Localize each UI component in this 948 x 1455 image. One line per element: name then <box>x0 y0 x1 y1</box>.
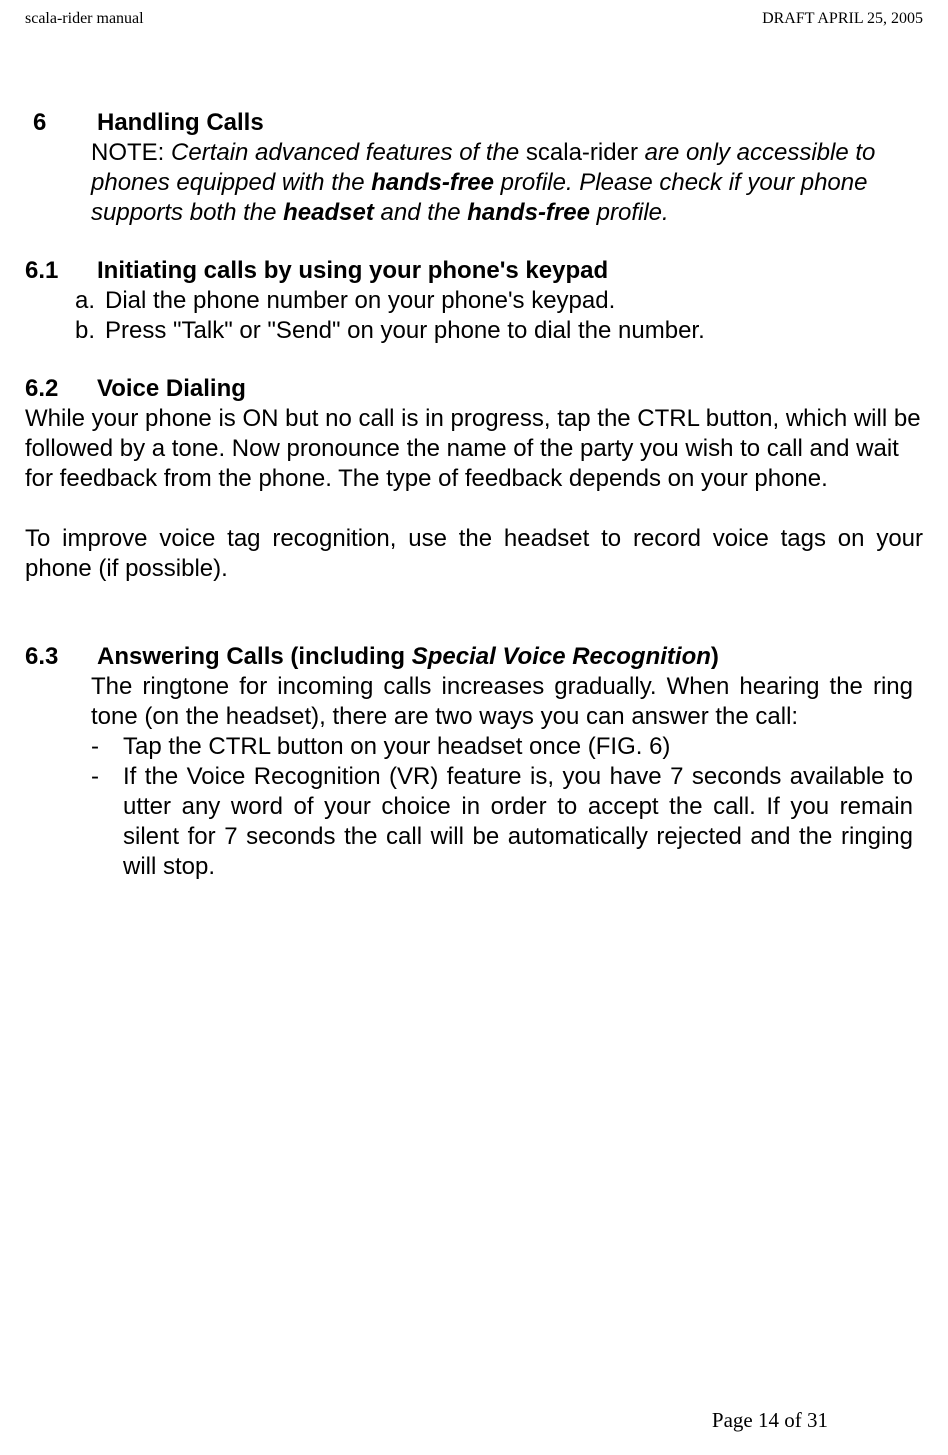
section-6-2-para-1: While your phone is ON but no call is in… <box>25 404 923 494</box>
section-6-2-heading: 6.2Voice Dialing <box>25 374 923 404</box>
section-6-3: 6.3Answering Calls (including Special Vo… <box>25 642 923 882</box>
section-6-2: 6.2Voice Dialing While your phone is ON … <box>25 374 923 584</box>
section-6-title: Handling Calls <box>97 109 264 136</box>
page-footer: Page 14 of 31 <box>712 1408 828 1433</box>
text-a: Dial the phone number on your phone's ke… <box>105 286 615 316</box>
marker-b: b. <box>75 316 105 346</box>
section-6-3-title-a: Answering Calls (including <box>97 643 412 670</box>
note-text-2: scala-rider <box>526 139 638 166</box>
content: 6Handling Calls NOTE: Certain advanced f… <box>25 108 923 882</box>
dash-item-1: - Tap the CTRL button on your headset on… <box>91 732 913 762</box>
note-text-9: profile. <box>590 199 669 226</box>
section-6-2-number: 6.2 <box>25 374 97 404</box>
section-6-3-heading: 6.3Answering Calls (including Special Vo… <box>25 642 923 672</box>
section-6-note: NOTE: Certain advanced features of the s… <box>91 138 913 228</box>
section-6-3-title-c: ) <box>711 643 719 670</box>
marker-a: a. <box>75 286 105 316</box>
page-header: scala-rider manual DRAFT APRIL 25, 2005 <box>25 10 923 28</box>
section-6-3-para: The ringtone for incoming calls increase… <box>91 672 913 732</box>
section-6-2-title: Voice Dialing <box>97 375 246 402</box>
section-6-1-heading: 6.1Initiating calls by using your phone'… <box>25 256 923 286</box>
header-left: scala-rider manual <box>25 10 144 28</box>
dash-text-2: If the Voice Recognition (VR) feature is… <box>123 762 913 882</box>
section-6-1-title: Initiating calls by using your phone's k… <box>97 257 608 284</box>
section-6-1-list: a. Dial the phone number on your phone's… <box>75 286 923 346</box>
section-6: 6Handling Calls <box>33 108 923 138</box>
dash-text-1: Tap the CTRL button on your headset once… <box>123 732 670 762</box>
list-item-b: b. Press "Talk" or "Send" on your phone … <box>75 316 923 346</box>
section-6-2-para-2: To improve voice tag recognition, use th… <box>25 524 923 584</box>
note-text-1: Certain advanced features of the <box>171 139 526 166</box>
note-text-7: and the <box>374 199 467 226</box>
note-hands-free-2: hands-free <box>467 199 590 226</box>
section-6-1: 6.1Initiating calls by using your phone'… <box>25 256 923 346</box>
section-6-number: 6 <box>33 108 97 138</box>
section-6-3-list: - Tap the CTRL button on your headset on… <box>91 732 913 882</box>
dash-item-2: - If the Voice Recognition (VR) feature … <box>91 762 913 882</box>
section-6-3-title-b: Special Voice Recognition <box>412 643 711 670</box>
dash-marker-1: - <box>91 732 123 762</box>
note-hands-free-1: hands-free <box>371 169 494 196</box>
text-b: Press "Talk" or "Send" on your phone to … <box>105 316 705 346</box>
note-headset: headset <box>283 199 374 226</box>
section-6-1-number: 6.1 <box>25 256 97 286</box>
section-6-3-number: 6.3 <box>25 642 97 672</box>
dash-marker-2: - <box>91 762 123 882</box>
header-right: DRAFT APRIL 25, 2005 <box>762 10 923 28</box>
page: scala-rider manual DRAFT APRIL 25, 2005 … <box>0 0 948 1455</box>
list-item-a: a. Dial the phone number on your phone's… <box>75 286 923 316</box>
note-label: NOTE: <box>91 139 171 166</box>
